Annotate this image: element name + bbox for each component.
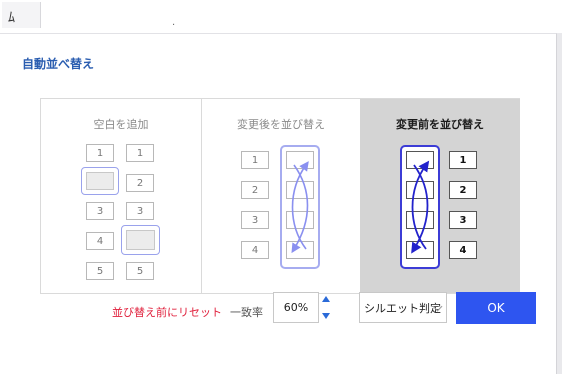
number-4: 4 xyxy=(241,241,269,259)
number-3: 3 xyxy=(241,211,269,229)
mode-sort-before[interactable]: 変更前を並び替え 1 2 3 4 xyxy=(360,99,520,293)
blank-slot-right xyxy=(121,225,160,255)
app-glyph: ﾑ xyxy=(8,10,15,26)
mode-sort-before-title: 変更前を並び替え xyxy=(396,118,484,131)
swap-arrows-icon xyxy=(291,161,309,254)
judgment-select[interactable]: シルエット判定 xyxy=(359,292,447,323)
number-3: 3 xyxy=(449,211,477,229)
slot-right-5: 5 xyxy=(126,262,154,280)
mode-panels: 空白を追加 1 3 4 5 1 2 3 5 変更後を並び替え 1 2 3 4 変… xyxy=(40,98,520,294)
match-rate-spinner[interactable] xyxy=(322,296,332,322)
match-rate-input[interactable]: 60% xyxy=(273,292,319,323)
mode-sort-after[interactable]: 変更後を並び替え 1 2 3 4 xyxy=(201,99,360,293)
slot-right-2: 2 xyxy=(126,174,154,192)
slot-right-1: 1 xyxy=(126,144,154,162)
dialog-title: 自動並べ替え xyxy=(22,57,95,71)
number-1: 1 xyxy=(449,151,477,169)
judgment-select-value: シルエット判定 xyxy=(364,301,441,315)
spin-down-icon[interactable] xyxy=(322,313,330,319)
match-rate-label: 一致率 xyxy=(230,306,263,319)
number-2: 2 xyxy=(241,181,269,199)
mode-add-blank-title: 空白を追加 xyxy=(93,118,149,131)
slot-left-3: 3 xyxy=(86,202,114,220)
slot-left-4: 4 xyxy=(86,232,114,250)
slot-right-3: 3 xyxy=(126,202,154,220)
number-4: 4 xyxy=(449,241,477,259)
number-2: 2 xyxy=(449,181,477,199)
blank-slot-left xyxy=(81,167,119,195)
topbar-dot: . xyxy=(172,17,176,28)
reset-link[interactable]: 並び替え前にリセット xyxy=(112,304,222,320)
slot-left-5: 5 xyxy=(86,262,114,280)
slot-left-1: 1 xyxy=(86,144,114,162)
swap-arrows-icon xyxy=(411,160,430,254)
top-bar: ﾑ . xyxy=(0,0,562,33)
app-corner: ﾑ xyxy=(2,2,41,28)
mode-add-blank[interactable]: 空白を追加 1 3 4 5 1 2 3 5 xyxy=(41,99,201,293)
ok-button[interactable]: OK xyxy=(456,292,536,324)
spin-up-icon[interactable] xyxy=(322,296,330,302)
mode-sort-after-title: 変更後を並び替え xyxy=(237,118,325,131)
number-1: 1 xyxy=(241,151,269,169)
